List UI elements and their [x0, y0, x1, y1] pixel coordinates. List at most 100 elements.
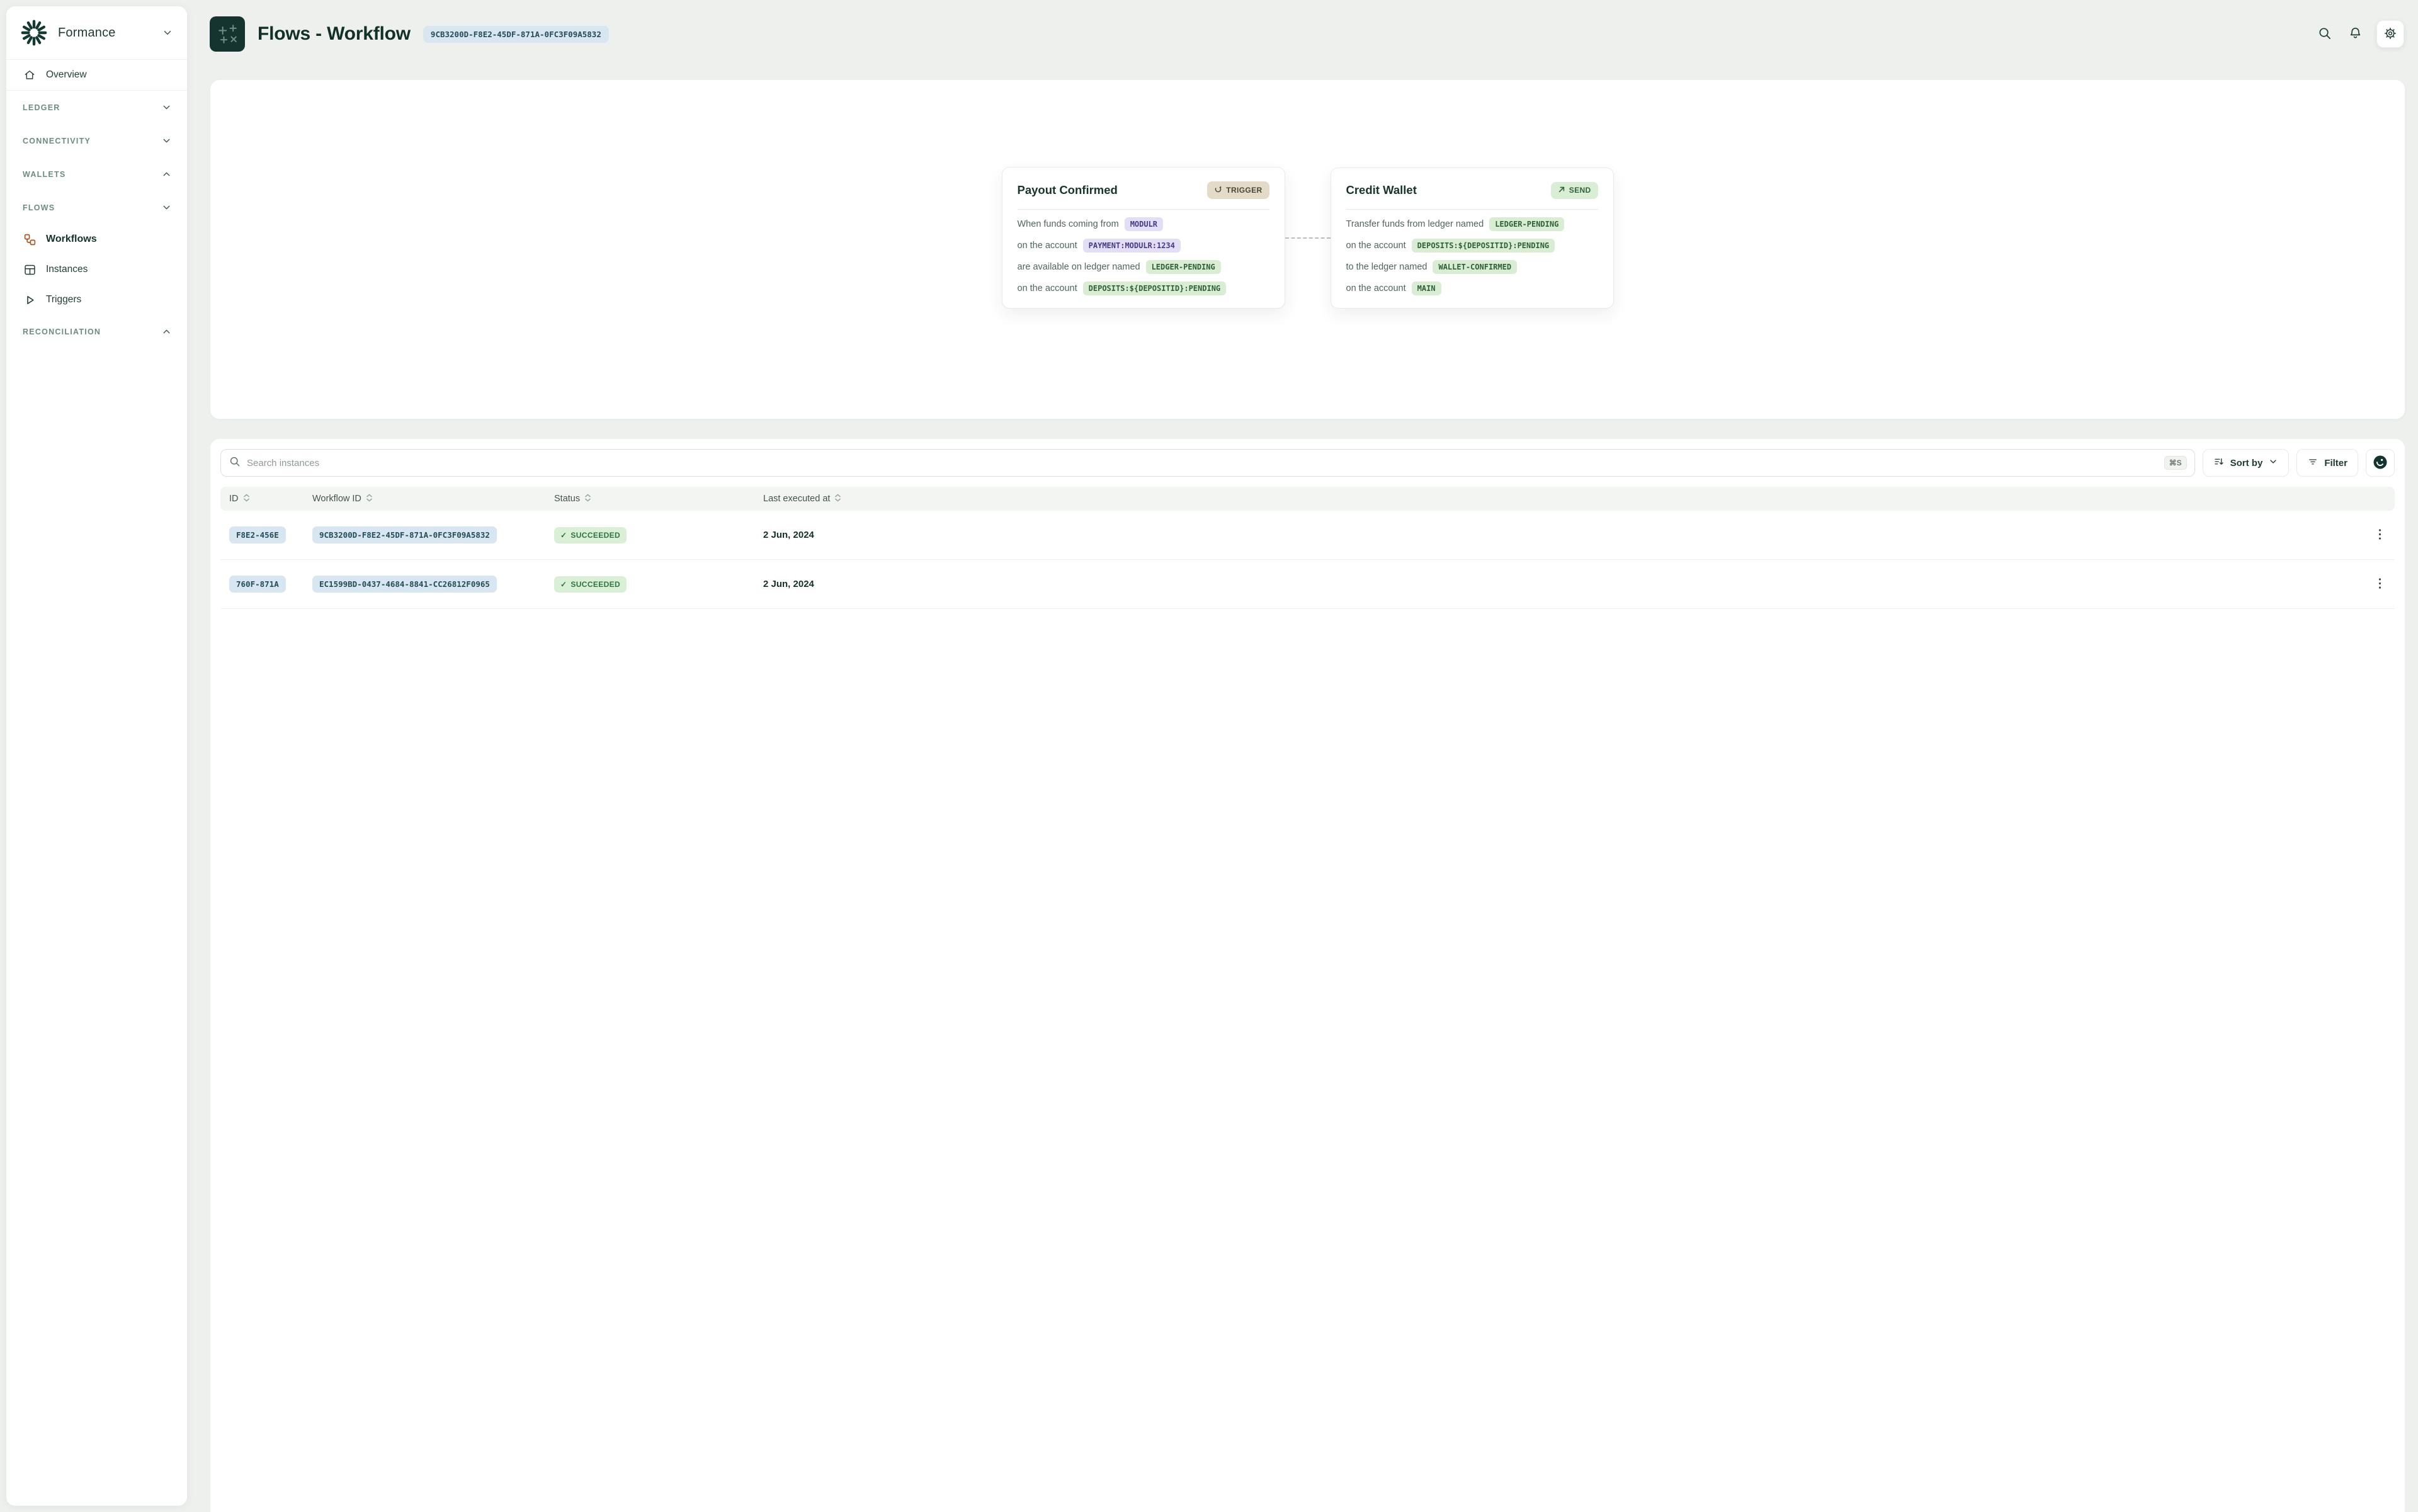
node-line: on the account MAIN	[1346, 281, 1598, 295]
sidebar-section-connectivity[interactable]: CONNECTIVITY	[6, 124, 187, 157]
topbar-actions	[2315, 20, 2404, 48]
trigger-badge: TRIGGER	[1207, 181, 1269, 199]
instances-toolbar: ⌘S Sort by	[220, 449, 2395, 477]
section-label: LEDGER	[23, 103, 60, 112]
node-line: are available on ledger named LEDGER-PEN…	[1018, 260, 1269, 274]
sidebar: Formance Overview LEDGER CONNECTIVITY	[6, 6, 187, 1506]
workflow-id-badge[interactable]: 9CB3200D-F8E2-45DF-871A-0FC3F09A5832	[423, 26, 609, 43]
sort-arrows-icon	[366, 494, 373, 504]
sidebar-section-ledger[interactable]: LEDGER	[6, 91, 187, 124]
send-badge: SEND	[1551, 182, 1598, 199]
brand-name: Formance	[58, 26, 153, 40]
node-line: on the account DEPOSITS:${DEPOSITID}:PEN…	[1346, 239, 1598, 253]
sort-arrows-icon	[243, 494, 250, 504]
tag-pill: DEPOSITS:${DEPOSITID}:PENDING	[1412, 239, 1555, 253]
workflow-icon	[23, 232, 37, 246]
row-actions-button[interactable]	[2374, 573, 2386, 596]
line-text: on the account	[1018, 241, 1077, 251]
notifications-button[interactable]	[2346, 23, 2365, 45]
flows-app-icon	[210, 16, 245, 52]
line-text: When funds coming from	[1018, 219, 1119, 229]
filter-icon	[2307, 456, 2319, 470]
chevron-down-icon	[161, 102, 172, 113]
line-text: are available on ledger named	[1018, 262, 1140, 272]
chevron-down-icon	[162, 27, 173, 38]
line-text: on the account	[1346, 241, 1406, 251]
settings-button[interactable]	[2376, 20, 2404, 48]
keyboard-shortcut-badge: ⌘S	[2164, 456, 2187, 470]
workflow-canvas[interactable]: Payout Confirmed TRIGGER	[210, 79, 2405, 419]
node-title: Credit Wallet	[1346, 183, 1417, 197]
topbar: Flows - Workflow 9CB3200D-F8E2-45DF-871A…	[210, 16, 2404, 52]
row-actions-button[interactable]	[2374, 524, 2386, 547]
chevron-down-icon	[161, 135, 172, 146]
instance-id-pill[interactable]: F8E2-456E	[229, 526, 286, 543]
workflow-id-pill[interactable]: 9CB3200D-F8E2-45DF-871A-0FC3F09A5832	[312, 526, 497, 543]
sort-by-button[interactable]: Sort by	[2203, 449, 2290, 477]
line-text: on the account	[1346, 283, 1406, 293]
main-content: Flows - Workflow 9CB3200D-F8E2-45DF-871A…	[187, 0, 2418, 1512]
target-button[interactable]	[2366, 449, 2395, 477]
status-badge: ✓ SUCCEEDED	[554, 576, 627, 593]
section-label: CONNECTIVITY	[23, 137, 91, 145]
refresh-icon	[1214, 185, 1222, 195]
sidebar-section-wallets[interactable]: WALLETS	[6, 157, 187, 191]
check-icon: ✓	[560, 531, 567, 540]
formance-logo-icon	[19, 18, 49, 48]
node-credit-wallet[interactable]: Credit Wallet SEND Transfer fund	[1331, 168, 1614, 309]
divider	[1346, 209, 1598, 210]
section-label: RECONCILIATION	[23, 327, 101, 336]
search-icon	[229, 455, 241, 470]
target-icon	[2372, 454, 2388, 472]
brand-switcher[interactable]: Formance	[6, 6, 187, 59]
table-row[interactable]: 760F-871A EC1599BD-0437-4684-8841-CC2681…	[220, 560, 2395, 609]
gear-icon	[2383, 26, 2397, 42]
column-header-last-executed-at[interactable]: Last executed at	[763, 494, 2361, 504]
badge-label: SEND	[1569, 186, 1591, 195]
sidebar-section-flows[interactable]: FLOWS	[6, 191, 187, 224]
line-text: Transfer funds from ledger named	[1346, 219, 1484, 229]
node-header: Credit Wallet SEND	[1346, 182, 1598, 199]
instance-id-pill[interactable]: 760F-871A	[229, 576, 286, 593]
app-root: Formance Overview LEDGER CONNECTIVITY	[0, 0, 2418, 1512]
last-executed-at: 2 Jun, 2024	[763, 579, 2361, 589]
search-button[interactable]	[2315, 23, 2334, 45]
sort-icon	[2213, 456, 2225, 470]
sort-by-label: Sort by	[2230, 458, 2263, 469]
tag-pill: PAYMENT:MODULR:1234	[1083, 239, 1181, 253]
sidebar-section-reconciliation[interactable]: RECONCILIATION	[6, 315, 187, 348]
table-header: ID Workflow ID Sta	[220, 487, 2395, 511]
section-label: FLOWS	[23, 203, 55, 212]
section-label: WALLETS	[23, 170, 65, 179]
sidebar-item-instances[interactable]: Instances	[6, 254, 187, 285]
flow-row: Payout Confirmed TRIGGER	[210, 167, 2405, 309]
search-instances-box[interactable]: ⌘S	[220, 449, 2195, 477]
status-label: SUCCEEDED	[570, 531, 620, 540]
instances-panel: ⌘S Sort by	[210, 438, 2405, 1512]
status-label: SUCCEEDED	[570, 580, 620, 589]
column-header-id[interactable]: ID	[229, 494, 312, 504]
node-title: Payout Confirmed	[1018, 183, 1118, 197]
line-text: on the account	[1018, 283, 1077, 293]
node-line: When funds coming from MODULR	[1018, 217, 1269, 231]
chevron-down-icon	[2268, 457, 2278, 469]
sidebar-item-triggers[interactable]: Triggers	[6, 285, 187, 315]
column-label: Workflow ID	[312, 494, 361, 504]
chevron-up-icon	[161, 169, 172, 179]
column-header-status[interactable]: Status	[554, 494, 763, 504]
node-connector	[1285, 237, 1331, 239]
filter-button[interactable]: Filter	[2296, 449, 2358, 477]
table-row[interactable]: F8E2-456E 9CB3200D-F8E2-45DF-871A-0FC3F0…	[220, 511, 2395, 560]
badge-label: TRIGGER	[1226, 186, 1262, 195]
search-instances-input[interactable]	[247, 458, 2158, 469]
column-header-workflow-id[interactable]: Workflow ID	[312, 494, 554, 504]
status-badge: ✓ SUCCEEDED	[554, 527, 627, 543]
workflow-id-pill[interactable]: EC1599BD-0437-4684-8841-CC26812F0965	[312, 576, 497, 593]
sidebar-item-overview[interactable]: Overview	[6, 60, 187, 90]
last-executed-at: 2 Jun, 2024	[763, 530, 2361, 540]
kebab-icon	[2378, 528, 2382, 543]
sidebar-item-label: Overview	[46, 69, 87, 81]
node-payout-confirmed[interactable]: Payout Confirmed TRIGGER	[1002, 167, 1285, 309]
sidebar-item-workflows[interactable]: Workflows	[6, 224, 187, 254]
sidebar-item-label: Triggers	[46, 294, 81, 305]
